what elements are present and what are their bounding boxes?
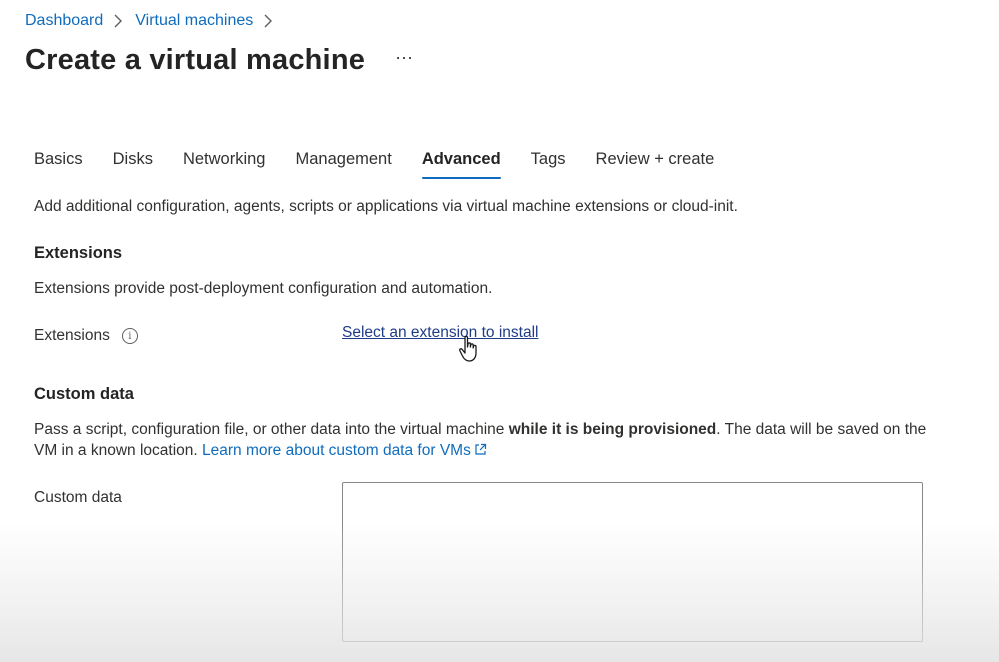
custom-data-heading: Custom data (34, 385, 134, 403)
tab-management[interactable]: Management (296, 150, 392, 179)
custom-data-desc-part1: Pass a script, configuration file, or ot… (34, 421, 509, 438)
info-icon[interactable]: i (121, 328, 138, 344)
hand-pointer-icon (459, 335, 477, 362)
learn-more-text: Learn more about custom data for VMs (202, 442, 471, 459)
extensions-label-text: Extensions (34, 327, 110, 344)
breadcrumb-virtual-machines[interactable]: Virtual machines (135, 12, 253, 30)
create-vm-page: Dashboard Virtual machines Create a virt… (0, 0, 999, 662)
tab-networking[interactable]: Networking (183, 150, 266, 179)
learn-more-custom-data-link[interactable]: Learn more about custom data for VMs (202, 442, 487, 459)
tab-review-create[interactable]: Review + create (596, 150, 715, 179)
custom-data-textarea[interactable] (342, 482, 923, 642)
chevron-right-icon (113, 14, 125, 28)
custom-data-desc-bold: while it is being provisioned (508, 421, 717, 438)
select-extension-link[interactable]: Select an extension to install (342, 324, 538, 342)
more-options-button[interactable]: ··· (395, 48, 413, 66)
page-title: Create a virtual machine (25, 44, 366, 76)
chevron-right-icon (263, 14, 275, 28)
custom-data-label-text: Custom data (34, 489, 122, 506)
tab-disks[interactable]: Disks (113, 150, 153, 179)
extensions-field-label: Extensions i (34, 327, 138, 345)
external-link-icon (475, 443, 486, 455)
tab-bar: Basics Disks Networking Management Advan… (34, 150, 714, 179)
tab-basics[interactable]: Basics (34, 150, 83, 179)
extensions-heading: Extensions (34, 244, 123, 262)
custom-data-description: Pass a script, configuration file, or ot… (34, 419, 934, 461)
custom-data-field-label: Custom data (34, 489, 122, 507)
breadcrumb: Dashboard Virtual machines (25, 12, 275, 30)
breadcrumb-dashboard[interactable]: Dashboard (25, 12, 103, 30)
extensions-description: Extensions provide post-deployment confi… (34, 280, 493, 297)
intro-text: Add additional configuration, agents, sc… (34, 198, 738, 215)
title-row: Create a virtual machine ··· (25, 44, 413, 77)
tab-tags[interactable]: Tags (531, 150, 566, 179)
tab-advanced[interactable]: Advanced (421, 150, 501, 179)
